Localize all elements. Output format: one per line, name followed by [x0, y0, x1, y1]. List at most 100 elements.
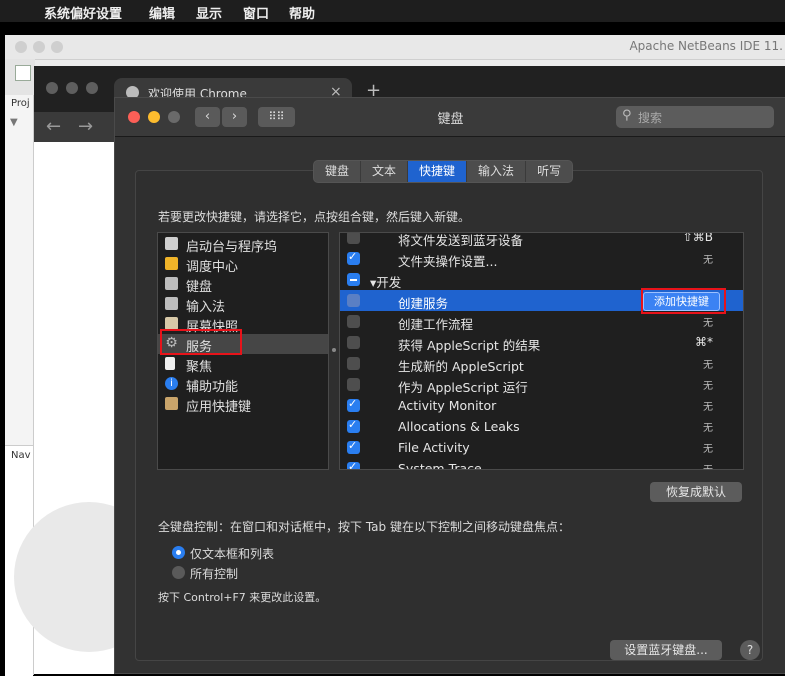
radio-text-and-lists[interactable]: 仅文本框和列表	[172, 544, 372, 562]
new-file-icon[interactable]	[15, 65, 31, 81]
shortcut-row[interactable]: Activity Monitor 无	[340, 395, 743, 416]
radio-label: 仅文本框和列表	[190, 547, 275, 561]
shortcut-row[interactable]: 将文件发送到蓝牙设备 ⇧⌘B	[340, 233, 743, 248]
category-input-sources[interactable]: 输入法	[158, 294, 328, 315]
help-button[interactable]: ?	[740, 640, 760, 660]
shortcut-name: 作为 AppleScript 运行	[398, 380, 528, 395]
shortcut-name: 文件夹操作设置...	[398, 254, 498, 269]
keyboard-icon	[165, 297, 178, 310]
menu-bar: 系统偏好设置 编辑 显示 窗口 帮助	[0, 0, 785, 22]
radio-all-controls[interactable]: 所有控制	[172, 564, 372, 582]
tab-keyboard[interactable]: 键盘	[314, 161, 362, 182]
netbeans-toolbar	[5, 59, 35, 95]
full-keyboard-access-label: 全键盘控制：在窗口和对话框中，按下 Tab 键在以下控制之间移动键盘焦点：	[158, 520, 570, 534]
menu-view[interactable]: 显示	[196, 3, 222, 22]
shortcut-checkbox[interactable]	[347, 397, 360, 412]
shortcut-key[interactable]: 无	[703, 251, 713, 266]
category-label: 启动台与程序坞	[186, 240, 278, 255]
menu-app-name[interactable]: 系统偏好设置	[44, 3, 122, 22]
close-icon[interactable]	[15, 41, 27, 53]
shortcut-checkbox[interactable]	[347, 357, 360, 370]
minimize-icon[interactable]	[33, 41, 45, 53]
shortcut-name: 创建工作流程	[398, 317, 474, 332]
shortcut-checkbox[interactable]	[347, 378, 360, 391]
tree-expander-icon[interactable]: ▼	[10, 117, 18, 128]
tab-input-sources[interactable]: 输入法	[467, 161, 527, 182]
shortcut-name: 将文件发送到蓝牙设备	[398, 233, 524, 248]
split-handle[interactable]	[332, 348, 336, 352]
shortcut-row[interactable]: 文件夹操作设置... 无	[340, 248, 743, 269]
shortcut-checkbox[interactable]	[347, 460, 360, 469]
shortcut-row[interactable]: 作为 AppleScript 运行 无	[340, 374, 743, 395]
shortcut-key[interactable]: 无	[703, 356, 713, 371]
shortcut-group-name: ▾开发	[370, 275, 402, 290]
shortcut-row[interactable]: System Trace 无	[340, 458, 743, 470]
launchpad-dock-icon	[165, 237, 178, 250]
menu-edit[interactable]: 编辑	[149, 3, 175, 22]
shortcut-group-row[interactable]: ▾开发	[340, 269, 743, 290]
search-icon: ⚲	[622, 108, 632, 123]
radio-button[interactable]	[172, 566, 185, 579]
shortcut-checkbox[interactable]	[347, 250, 360, 265]
tab-shortcuts[interactable]: 快捷键	[408, 161, 468, 182]
shortcut-key[interactable]: 无	[703, 419, 713, 434]
shortcut-name: Allocations & Leaks	[398, 419, 520, 434]
category-spotlight[interactable]: 聚焦	[158, 354, 328, 375]
accessibility-icon: i	[165, 377, 178, 390]
shortcut-checkbox[interactable]	[347, 233, 360, 244]
menu-window[interactable]: 窗口	[243, 3, 269, 22]
minimize-icon[interactable]	[66, 82, 78, 94]
tab-dictation[interactable]: 听写	[526, 161, 572, 182]
shortcut-row[interactable]: Allocations & Leaks 无	[340, 416, 743, 437]
shortcut-key[interactable]: 无	[703, 377, 713, 392]
spotlight-icon	[165, 357, 175, 370]
highlight-services	[160, 329, 242, 355]
keyboard-icon	[165, 277, 178, 290]
shortcut-row[interactable]: 创建工作流程 无	[340, 311, 743, 332]
search-field[interactable]: ⚲ 搜索	[616, 106, 774, 128]
shortcut-row[interactable]: File Activity 无	[340, 437, 743, 458]
netbeans-titlebar: Apache NetBeans IDE 11.	[5, 35, 785, 60]
shortcut-key[interactable]: 无	[703, 314, 713, 329]
category-keyboard[interactable]: 键盘	[158, 274, 328, 295]
zoom-icon[interactable]	[86, 82, 98, 94]
category-label: 输入法	[186, 300, 226, 315]
shortcut-checkbox[interactable]	[347, 418, 360, 433]
category-app-shortcuts[interactable]: 应用快捷键	[158, 394, 328, 415]
highlight-add-shortcut	[641, 288, 726, 314]
shortcut-name: Activity Monitor	[398, 398, 497, 413]
tab-text[interactable]: 文本	[361, 161, 409, 182]
category-launchpad-dock[interactable]: 启动台与程序坞	[158, 234, 328, 255]
projects-panel-label[interactable]: Proj	[11, 98, 30, 109]
forward-icon[interactable]: →	[78, 116, 93, 137]
shortcut-checkbox[interactable]	[347, 336, 360, 349]
shortcut-row[interactable]: 获得 AppleScript 的结果 ⌘*	[340, 332, 743, 353]
category-label: 调度中心	[186, 260, 239, 275]
shortcut-name: System Trace	[398, 461, 482, 470]
radio-button[interactable]	[172, 546, 185, 559]
zoom-icon[interactable]	[51, 41, 63, 53]
shortcut-key[interactable]: ⌘*	[695, 335, 713, 349]
category-label: 键盘	[186, 280, 213, 295]
menu-help[interactable]: 帮助	[289, 3, 315, 22]
shortcut-list: 将文件发送到蓝牙设备 ⇧⌘B 文件夹操作设置... 无 ▾开发 创建服务 添加快…	[339, 232, 744, 470]
shortcut-key[interactable]: 无	[703, 461, 713, 469]
shortcut-checkbox[interactable]	[347, 439, 360, 454]
navigator-panel-label[interactable]: Nav	[11, 450, 31, 461]
back-icon[interactable]: ←	[46, 116, 61, 137]
setup-bluetooth-keyboard-button[interactable]: 设置蓝牙键盘...	[610, 640, 722, 660]
netbeans-title: Apache NetBeans IDE 11.	[629, 39, 783, 53]
category-accessibility[interactable]: i 辅助功能	[158, 374, 328, 395]
shortcut-checkbox[interactable]	[347, 315, 360, 328]
category-label: 聚焦	[186, 360, 213, 375]
restore-defaults-button[interactable]: 恢复成默认	[650, 482, 742, 502]
group-checkbox[interactable]	[347, 273, 360, 286]
close-icon[interactable]	[46, 82, 58, 94]
shortcut-row[interactable]: 生成新的 AppleScript 无	[340, 353, 743, 374]
category-label: 辅助功能	[186, 380, 239, 395]
shortcut-checkbox[interactable]	[347, 294, 360, 307]
shortcut-key[interactable]: 无	[703, 398, 713, 413]
shortcut-key[interactable]: 无	[703, 440, 713, 455]
category-mission-control[interactable]: 调度中心	[158, 254, 328, 275]
shortcut-key[interactable]: ⇧⌘B	[683, 233, 713, 244]
